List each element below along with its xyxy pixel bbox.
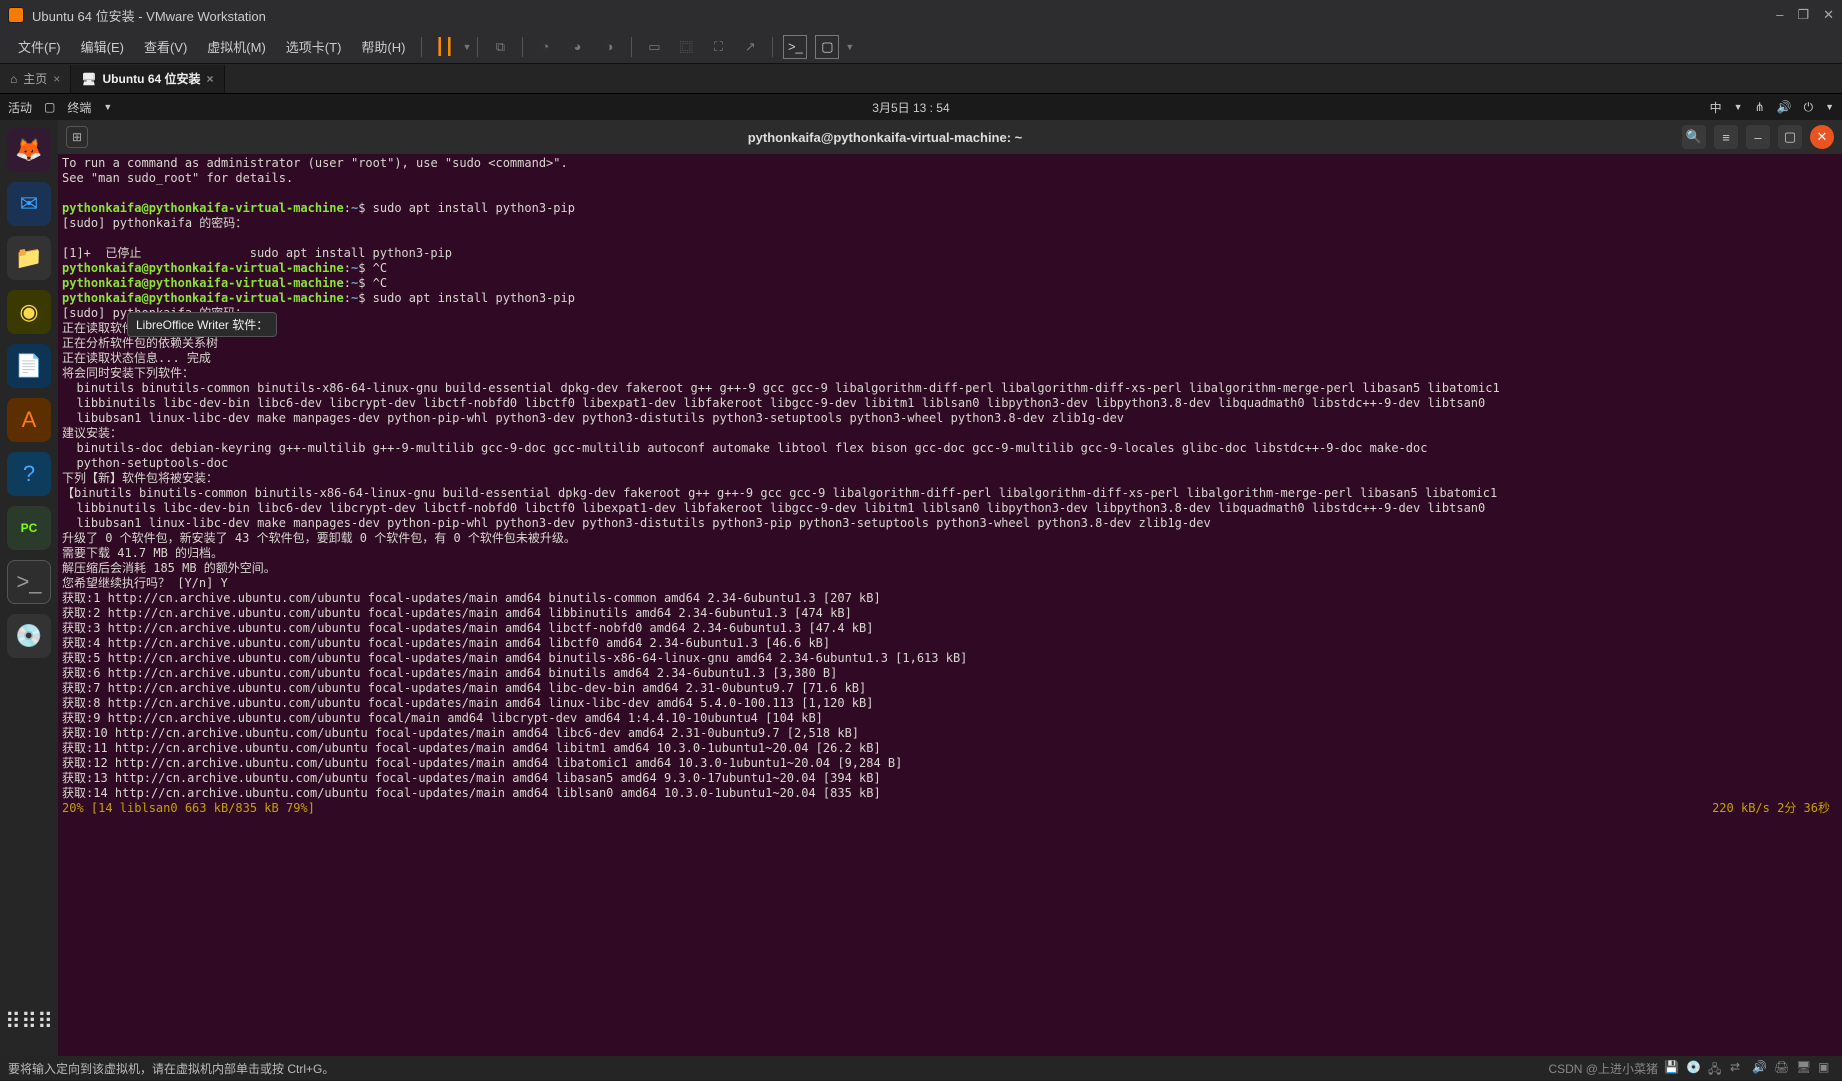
volume-icon[interactable]: 🔊: [1777, 100, 1792, 114]
input-method-indicator[interactable]: 中: [1710, 99, 1722, 116]
dock-ubuntu-software[interactable]: A: [7, 398, 51, 442]
terminal-minimize-button[interactable]: –: [1746, 125, 1770, 149]
menu-edit[interactable]: 编辑(E): [71, 37, 134, 56]
dock-dvd[interactable]: 💿: [7, 614, 51, 658]
activities-button[interactable]: 活动: [8, 99, 32, 116]
vmware-icon: [8, 7, 24, 23]
terminal-output[interactable]: To run a command as administrator (user …: [58, 154, 1842, 1056]
manage-snapshot-button[interactable]: ◑: [597, 35, 621, 59]
power-dropdown-icon[interactable]: ▼: [462, 42, 471, 52]
device-display-icon[interactable]: 🖥: [1796, 1060, 1812, 1076]
console-button[interactable]: >_: [783, 35, 807, 59]
terminal-close-button[interactable]: ✕: [1810, 125, 1834, 149]
vm-tabs: ⌂ 主页 × 🖥 Ubuntu 64 位安装 ×: [0, 64, 1842, 94]
tab-home[interactable]: ⌂ 主页 ×: [0, 65, 71, 93]
menu-file[interactable]: 文件(F): [8, 37, 71, 56]
window-title: Ubuntu 64 位安装 - VMware Workstation: [32, 6, 1776, 25]
pause-vm-button[interactable]: ┃┃: [432, 35, 456, 59]
dock-libreoffice-writer[interactable]: 📄: [7, 344, 51, 388]
close-tab-vm[interactable]: ×: [207, 72, 214, 86]
terminal-title: pythonkaifa@pythonkaifa-virtual-machine:…: [96, 130, 1674, 145]
hamburger-menu-button[interactable]: ≡: [1714, 125, 1738, 149]
dock-firefox[interactable]: 🦊: [7, 128, 51, 172]
device-sound-icon[interactable]: 🔊: [1752, 1060, 1768, 1076]
tab-vm-label: Ubuntu 64 位安装: [103, 70, 201, 87]
watermark: CSDN @上进小菜猪: [1548, 1060, 1658, 1077]
close-tab-home[interactable]: ×: [53, 72, 60, 86]
dock-files[interactable]: 📁: [7, 236, 51, 280]
terminal-maximize-button[interactable]: ▢: [1778, 125, 1802, 149]
menu-view[interactable]: 查看(V): [134, 37, 197, 56]
clock[interactable]: 3月5日 13 : 54: [112, 99, 1709, 116]
dock-rhythmbox[interactable]: ◉: [7, 290, 51, 334]
view-single-button[interactable]: ▭: [642, 35, 666, 59]
vmware-statusbar: 要将输入定向到该虚拟机，请在虚拟机内部单击或按 Ctrl+G。 CSDN @上进…: [0, 1056, 1842, 1080]
guest-display[interactable]: 活动 ▢ 终端 ▼ 3月5日 13 : 54 中 ▼ ⋔ 🔊 ⏻ ▼ 🦊 ✉ 📁…: [0, 94, 1842, 1056]
dock-pycharm[interactable]: PC: [7, 506, 51, 550]
menubar: 文件(F) 编辑(E) 查看(V) 虚拟机(M) 选项卡(T) 帮助(H) ┃┃…: [0, 30, 1842, 64]
menu-tabs[interactable]: 选项卡(T): [276, 37, 352, 56]
tab-home-label: 主页: [23, 70, 47, 87]
gnome-dock: 🦊 ✉ 📁 ◉ 📄 A ? PC >_ 💿 ⠿⠿⠿: [0, 120, 58, 1056]
fullscreen-button[interactable]: ⛶: [706, 35, 730, 59]
dock-terminal[interactable]: >_: [7, 560, 51, 604]
minimize-button[interactable]: –: [1776, 7, 1783, 23]
system-dropdown-icon[interactable]: ▼: [1825, 102, 1834, 112]
tab-vm-ubuntu[interactable]: 🖥 Ubuntu 64 位安装 ×: [71, 65, 224, 93]
close-button[interactable]: ✕: [1823, 7, 1834, 23]
statusbar-hint: 要将输入定向到该虚拟机，请在虚拟机内部单击或按 Ctrl+G。: [8, 1060, 334, 1077]
download-speed: 220 kB/s 2分 36秒: [1712, 801, 1830, 816]
terminal-window-titlebar: ⊞ pythonkaifa@pythonkaifa-virtual-machin…: [58, 120, 1842, 154]
home-icon: ⌂: [10, 72, 17, 86]
revert-snapshot-button[interactable]: ◕: [565, 35, 589, 59]
unity-button[interactable]: ↗: [738, 35, 762, 59]
maximize-button[interactable]: ❐: [1797, 7, 1809, 23]
window-titlebar: Ubuntu 64 位安装 - VMware Workstation – ❐ ✕: [0, 0, 1842, 30]
terminal-app-label[interactable]: 终端: [67, 99, 91, 116]
device-network-icon[interactable]: 🖧: [1708, 1060, 1724, 1076]
search-button[interactable]: 🔍: [1682, 125, 1706, 149]
new-tab-button[interactable]: ⊞: [66, 126, 88, 148]
device-cd-icon[interactable]: 💿: [1686, 1060, 1702, 1076]
device-message-icon[interactable]: ▣: [1818, 1060, 1834, 1076]
snapshot-button[interactable]: ◔: [533, 35, 557, 59]
device-usb-icon[interactable]: ⇄: [1730, 1060, 1746, 1076]
stretch-button[interactable]: ▢: [815, 35, 839, 59]
terminal-menu-icon: ▢: [44, 100, 55, 114]
view-dropdown-icon[interactable]: ▼: [845, 42, 854, 52]
send-ctrl-alt-del-button[interactable]: ⧉: [488, 35, 512, 59]
network-icon[interactable]: ⋔: [1755, 100, 1765, 114]
terminal-dropdown-icon[interactable]: ▼: [103, 102, 112, 112]
device-disk-icon[interactable]: 💾: [1664, 1060, 1680, 1076]
gnome-topbar: 活动 ▢ 终端 ▼ 3月5日 13 : 54 中 ▼ ⋔ 🔊 ⏻ ▼: [0, 94, 1842, 120]
vm-monitor-icon: 🖥: [81, 72, 96, 86]
dock-tooltip: LibreOffice Writer 软件：: [127, 312, 277, 337]
download-progress: 20% [14 liblsan0 663 kB/835 kB 79%]: [62, 801, 315, 815]
dock-help[interactable]: ?: [7, 452, 51, 496]
menu-help[interactable]: 帮助(H): [351, 37, 415, 56]
view-multi-button[interactable]: ⿴: [674, 35, 698, 59]
dock-thunderbird[interactable]: ✉: [7, 182, 51, 226]
device-printer-icon[interactable]: 🖨: [1774, 1060, 1790, 1076]
menu-vm[interactable]: 虚拟机(M): [197, 37, 276, 56]
power-icon[interactable]: ⏻: [1804, 100, 1814, 115]
dock-show-apps[interactable]: ⠿⠿⠿: [7, 1000, 51, 1044]
input-dropdown-icon: ▼: [1734, 102, 1743, 112]
